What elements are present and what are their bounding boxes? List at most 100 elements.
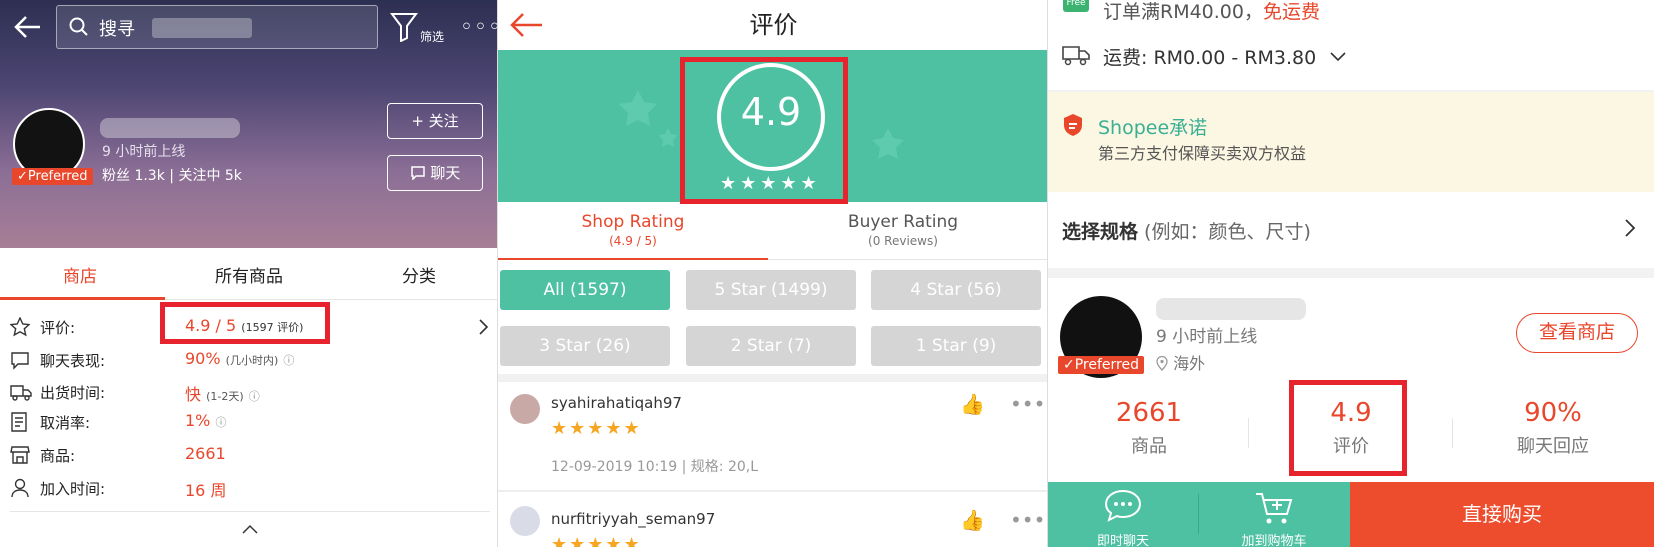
shipping-time-value: 快 (1-2天) ⓘ [185, 385, 260, 404]
page-title: 评价 [749, 11, 798, 39]
chevron-up-icon[interactable] [242, 524, 258, 534]
more-options-icon[interactable]: ••• [1010, 392, 1045, 416]
guarantee-title: Shopee承诺 [1098, 117, 1208, 139]
back-arrow-icon[interactable] [12, 10, 52, 46]
chat-bubble-icon [410, 166, 425, 181]
stat-value: 2661 [1115, 398, 1183, 428]
joined-label: 加入时间: [40, 480, 106, 498]
chat-now-button[interactable]: 即时聊天 [1048, 482, 1198, 547]
chevron-right-icon [1625, 219, 1636, 237]
reviewer-name: nurfitriyyah_seman97 [551, 510, 716, 528]
free-shipping-promo: 订单满RM40.00，免运费 [1103, 1, 1321, 23]
like-icon[interactable]: 👍 [960, 508, 985, 532]
more-options-icon[interactable]: ••• [1010, 508, 1045, 532]
filter-3-star[interactable]: 3 Star (26) [500, 326, 670, 366]
view-shop-button[interactable]: 查看商店 [1516, 313, 1638, 353]
blurred-shop-name [1156, 298, 1306, 320]
filter-button[interactable]: 筛选 [390, 12, 444, 46]
ratings-header: 评价 [498, 0, 1047, 50]
divider [498, 374, 1047, 382]
chevron-right-icon [479, 319, 488, 335]
stat-label: 商品 [1131, 436, 1167, 457]
highlight-box [1289, 380, 1407, 476]
guarantee-subtitle: 第三方支付保障买卖双方权益 [1098, 144, 1307, 163]
blurred-shop-name [152, 18, 252, 38]
cancel-rate-label: 取消率: [40, 414, 91, 432]
tab-categories[interactable]: 分类 [402, 262, 436, 287]
preferred-badge: ✓Preferred [12, 168, 93, 185]
chevron-down-icon [1330, 52, 1346, 62]
shield-icon [1064, 114, 1082, 136]
shipping-fee[interactable]: 运费: RM0.00 - RM3.80 [1103, 43, 1346, 70]
online-status: 9 小时前上线 [1156, 327, 1258, 347]
like-icon[interactable]: 👍 [960, 392, 985, 416]
filter-1-star[interactable]: 1 Star (9) [871, 326, 1041, 366]
tab-title: Shop Rating [581, 212, 685, 232]
tab-subtitle: (4.9 / 5) [609, 234, 657, 248]
review-item: syahirahatiqah97 ★★★★★ 12-09-2019 10:19 … [498, 382, 1047, 490]
shop-location: 海外 [1156, 350, 1205, 374]
review-item: nurfitriyyah_seman97 ★★★★★ 👍 ••• [498, 492, 1047, 547]
divider [10, 511, 490, 512]
shop-tabs: 商店 所有商品 分类 [0, 248, 497, 300]
cancel-rate-value: 1% ⓘ [185, 411, 227, 430]
filter-label: 筛选 [420, 30, 445, 44]
person-icon [11, 478, 29, 498]
shipping-section: Free 订单满RM40.00，免运费 运费: RM0.00 - RM3.80 [1048, 0, 1654, 90]
review-stars: ★★★★★ [551, 418, 642, 439]
buy-now-button[interactable]: 直接购买 [1350, 482, 1654, 547]
online-status: 9 小时前上线 [102, 144, 186, 160]
stat-products: 2661 商品 [1048, 398, 1250, 458]
store-icon [10, 446, 30, 464]
tab-shop[interactable]: 商店 [63, 262, 97, 287]
free-shipping-badge: Free [1063, 0, 1089, 12]
add-to-cart-label: 加到购物车 [1241, 534, 1307, 547]
chat-performance-value: 90% (几小时内) ⓘ [185, 349, 295, 368]
tab-title: Buyer Rating [847, 212, 959, 232]
chat-button-label: 聊天 [430, 164, 461, 182]
highlight-box [160, 302, 330, 344]
blurred-shop-name [100, 118, 240, 138]
products-value: 2661 [185, 444, 226, 463]
products-label: 商品: [40, 447, 76, 465]
filter-5-star[interactable]: 5 Star (1499) [686, 270, 856, 310]
rating-tabs: Shop Rating (4.9 / 5) Buyer Rating (0 Re… [498, 202, 1047, 260]
review-meta: 12-09-2019 10:19 | 规格: 20,L [551, 459, 759, 475]
tab-shop-rating[interactable]: Shop Rating (4.9 / 5) [498, 212, 768, 248]
filter-funnel-icon [390, 13, 418, 43]
more-options-icon[interactable]: ◦◦◦ [460, 15, 497, 40]
ratings-page-panel: 评价 4.9 ★★★★★ Shop Rating (4.9 / 5) Buyer… [497, 0, 1048, 547]
tab-buyer-rating[interactable]: Buyer Rating (0 Reviews) [768, 212, 1038, 248]
shop-page-panel: 搜寻 筛选 ◦◦◦ ✓Preferred 9 小时前上线 粉丝 1.3k | 关… [0, 0, 497, 547]
reviewer-avatar [510, 506, 540, 536]
search-icon [69, 17, 88, 36]
search-placeholder: 搜寻 [99, 19, 135, 40]
bottom-action-bar: 即时聊天 加到购物车 [1048, 482, 1350, 547]
active-tab-indicator [0, 297, 165, 300]
stat-value: 90% [1524, 398, 1582, 428]
review-stars: ★★★★★ [551, 534, 642, 547]
follow-button[interactable]: + 关注 [387, 103, 483, 139]
followers-count: 粉丝 1.3k | 关注中 5k [102, 168, 242, 184]
delivery-truck-icon [1062, 46, 1090, 66]
star-outline-icon [10, 317, 30, 337]
reviewer-name: syahirahatiqah97 [551, 394, 682, 412]
filter-2-star[interactable]: 2 Star (7) [686, 326, 856, 366]
stat-chat-response: 90% 聊天回应 [1452, 398, 1654, 458]
reviewer-avatar [510, 394, 540, 424]
filter-4-star[interactable]: 4 Star (56) [871, 270, 1041, 310]
chat-performance-label: 聊天表现: [40, 352, 106, 370]
add-to-cart-button[interactable]: 加到购物车 [1199, 482, 1349, 547]
rating-label: 评价: [40, 319, 76, 337]
divider [1248, 418, 1249, 448]
preferred-badge: ✓Preferred [1058, 356, 1144, 374]
stat-label: 聊天回应 [1517, 436, 1589, 457]
tab-all-products[interactable]: 所有商品 [215, 262, 283, 287]
joined-value: 16 周 [185, 481, 227, 500]
filter-all[interactable]: All (1597) [500, 270, 670, 310]
highlight-box [680, 57, 848, 204]
product-page-panel: Free 订单满RM40.00，免运费 运费: RM0.00 - RM3.80 … [1048, 0, 1654, 547]
cancel-doc-icon [11, 412, 27, 432]
search-input[interactable]: 搜寻 [56, 5, 378, 49]
chat-button[interactable]: 聊天 [387, 155, 483, 191]
